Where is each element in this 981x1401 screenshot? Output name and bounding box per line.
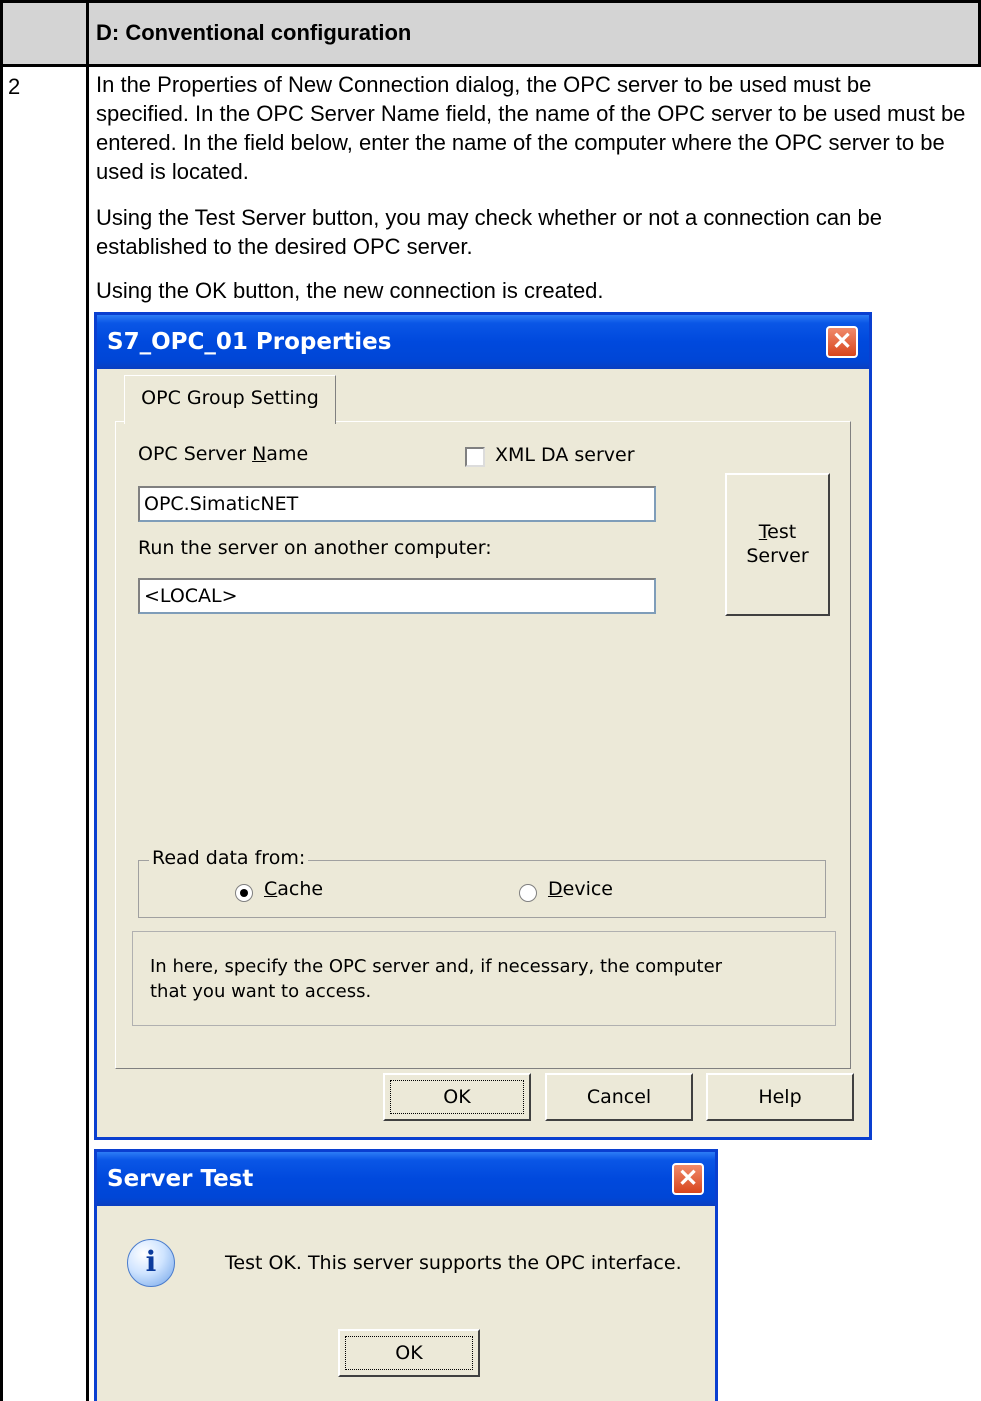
paragraph-2: Using the Test Server button, you may ch… bbox=[96, 205, 882, 259]
remote-computer-label: Run the server on another computer: bbox=[138, 537, 492, 559]
server-test-dialog: Server Test ✕ i Test OK. This server sup… bbox=[94, 1149, 718, 1401]
radio-cache[interactable] bbox=[235, 884, 253, 902]
help-button[interactable]: Help bbox=[706, 1073, 854, 1121]
cancel-button[interactable]: Cancel bbox=[545, 1073, 693, 1121]
tab-opc-group-setting[interactable]: OPC Group Setting bbox=[124, 375, 336, 424]
server-test-title: Server Test bbox=[107, 1166, 254, 1192]
properties-dialog: S7_OPC_01 Properties ✕ OPC Group Setting… bbox=[94, 312, 872, 1140]
table-left-border bbox=[0, 0, 3, 1401]
tab-page: OPC Server Name XML DA server OPC.Simati… bbox=[115, 421, 851, 1069]
server-test-titlebar: Server Test bbox=[97, 1152, 715, 1206]
table-header-divider bbox=[0, 64, 981, 67]
radio-device-label: Device bbox=[548, 878, 613, 900]
ok-button[interactable]: OK bbox=[383, 1073, 531, 1121]
info-text: In here, specify the OPC server and, if … bbox=[150, 956, 723, 1002]
close-icon: ✕ bbox=[677, 1165, 699, 1192]
info-icon: i bbox=[127, 1239, 175, 1287]
focus-rect bbox=[390, 1080, 524, 1114]
test-server-label: Test Server bbox=[746, 521, 809, 567]
read-data-legend: Read data from: bbox=[149, 847, 309, 869]
test-server-button[interactable]: Test Server bbox=[725, 473, 830, 616]
info-box: In here, specify the OPC server and, if … bbox=[132, 931, 836, 1026]
radio-device[interactable] bbox=[519, 884, 537, 902]
table-top-border bbox=[0, 0, 981, 3]
xml-da-checkbox[interactable] bbox=[465, 447, 485, 467]
properties-dialog-titlebar: S7_OPC_01 Properties bbox=[97, 315, 869, 369]
step-number: 2 bbox=[8, 74, 21, 99]
radio-cache-label: Cache bbox=[264, 878, 324, 900]
xml-da-label: XML DA server bbox=[495, 444, 635, 466]
properties-dialog-title: S7_OPC_01 Properties bbox=[107, 329, 392, 355]
close-icon: ✕ bbox=[831, 328, 853, 355]
properties-close-button[interactable]: ✕ bbox=[826, 326, 858, 358]
paragraph-3: Using the OK button, the new connection … bbox=[96, 278, 604, 303]
table-header-title: D: Conventional configuration bbox=[96, 20, 412, 45]
focus-rect bbox=[345, 1336, 473, 1370]
server-test-message: Test OK. This server supports the OPC in… bbox=[225, 1252, 682, 1274]
table-column-divider bbox=[86, 0, 89, 1401]
server-test-ok-button[interactable]: OK bbox=[338, 1329, 480, 1377]
server-name-label: OPC Server Name bbox=[138, 443, 309, 465]
paragraph-1: In the Properties of New Connection dial… bbox=[96, 72, 966, 184]
server-test-close-button[interactable]: ✕ bbox=[672, 1163, 704, 1195]
server-name-field[interactable]: OPC.SimaticNET bbox=[138, 486, 656, 522]
remote-computer-field[interactable]: <LOCAL> bbox=[138, 578, 656, 614]
read-data-groupbox: Read data from: Cache Device bbox=[138, 847, 826, 918]
